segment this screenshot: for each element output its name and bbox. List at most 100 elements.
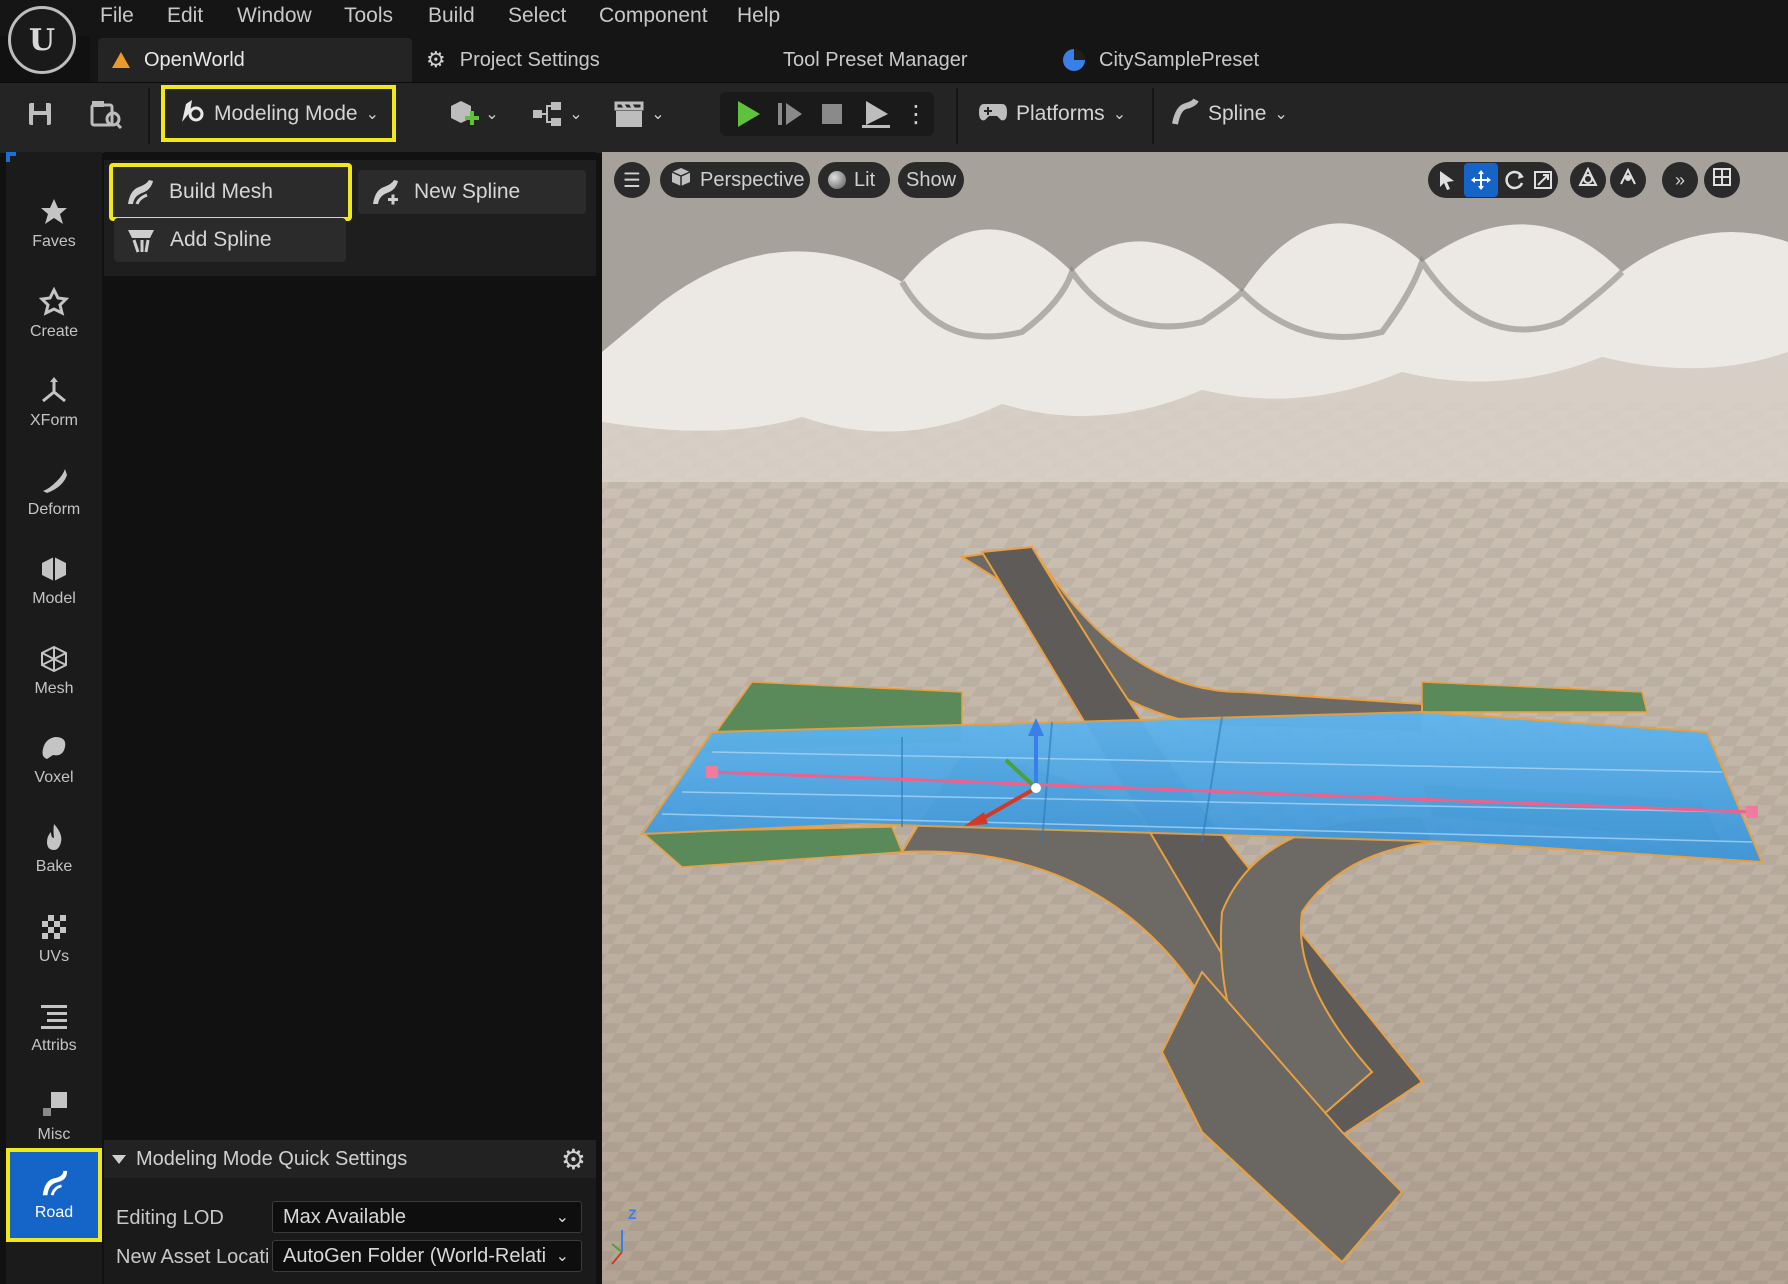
- translate-icon[interactable]: [1464, 163, 1498, 197]
- panel-corner-marker: [6, 152, 16, 162]
- menu-edit[interactable]: Edit: [167, 4, 203, 28]
- browse-content-icon[interactable]: [86, 96, 126, 132]
- new-spline-button[interactable]: New Spline: [358, 170, 586, 214]
- viewport-layout-button[interactable]: [1704, 162, 1740, 198]
- perspective-button[interactable]: Perspective: [660, 162, 810, 198]
- category-attribs[interactable]: Attribs: [6, 986, 102, 1070]
- world-coordinate-icon: [1577, 166, 1599, 194]
- category-model[interactable]: Model: [6, 539, 102, 623]
- toolbar-separator: [148, 88, 150, 144]
- category-faves[interactable]: Faves: [6, 182, 102, 266]
- mesh-icon: [39, 644, 69, 674]
- more-options-button[interactable]: »: [1662, 162, 1698, 198]
- attribs-icon: [39, 1001, 69, 1031]
- viewport-scene: [602, 152, 1788, 1284]
- tab-project-settings[interactable]: ⚙ Project Settings: [426, 38, 600, 82]
- viewport-menu-button[interactable]: ☰: [614, 162, 650, 198]
- chevron-down-icon: ⌄: [1274, 106, 1288, 123]
- add-actor-button[interactable]: ⌄: [440, 96, 506, 132]
- platforms-dropdown[interactable]: Platforms ⌄: [978, 96, 1126, 132]
- menu-select[interactable]: Select: [508, 4, 566, 28]
- select-arrow-icon[interactable]: [1430, 163, 1464, 197]
- category-label: Bake: [35, 858, 73, 875]
- road-mesh-icon: [125, 177, 155, 207]
- category-create[interactable]: Create: [6, 272, 102, 356]
- chevron-down-icon: ⌄: [555, 1248, 569, 1265]
- quick-settings-header[interactable]: Modeling Mode Quick Settings ⚙: [104, 1140, 596, 1178]
- level-viewport[interactable]: Z ☰ Perspective Lit Show »: [602, 152, 1788, 1284]
- gear-icon[interactable]: ⚙: [561, 1143, 586, 1176]
- chevron-down-icon: ⌄: [651, 106, 665, 123]
- category-label: Attribs: [31, 1037, 77, 1054]
- chevron-down-icon: ⌄: [485, 106, 499, 123]
- scale-icon[interactable]: [1526, 163, 1560, 197]
- new-asset-location-value: AutoGen Folder (World-Relati: [283, 1244, 545, 1267]
- chevron-down-icon: ⌄: [569, 106, 583, 123]
- voxel-icon: [39, 733, 69, 763]
- tab-label: Project Settings: [459, 48, 600, 71]
- category-label: Faves: [32, 233, 76, 250]
- eject-icon[interactable]: [856, 96, 896, 132]
- new-asset-location-select[interactable]: AutoGen Folder (World-Relati ⌄: [272, 1240, 582, 1272]
- tab-label: OpenWorld: [144, 48, 245, 71]
- category-deform[interactable]: Deform: [6, 450, 102, 534]
- tab-tool-preset-manager[interactable]: Tool Preset Manager: [783, 38, 968, 82]
- category-bake[interactable]: Bake: [6, 807, 102, 891]
- category-road[interactable]: Road: [6, 1148, 102, 1242]
- spline-label: Spline: [1208, 102, 1267, 125]
- category-uvs[interactable]: UVs: [6, 897, 102, 981]
- build-mesh-button[interactable]: Build Mesh: [109, 163, 352, 221]
- tab-openworld[interactable]: OpenWorld: [98, 38, 412, 82]
- menu-tools[interactable]: Tools: [344, 4, 393, 28]
- cinematics-button[interactable]: ⌄: [606, 96, 672, 132]
- lit-button[interactable]: Lit: [818, 162, 890, 198]
- mode-label: Modeling Mode: [214, 101, 358, 125]
- menu-build[interactable]: Build: [428, 4, 475, 28]
- menu-help[interactable]: Help: [737, 4, 780, 28]
- category-xform[interactable]: XForm: [6, 361, 102, 445]
- show-button[interactable]: Show: [898, 162, 964, 198]
- chevron-down-icon: ⌄: [555, 1209, 569, 1226]
- surface-snapping-button[interactable]: [1610, 162, 1646, 198]
- category-misc[interactable]: Misc: [6, 1075, 102, 1159]
- add-spline-button[interactable]: Add Spline: [114, 218, 346, 262]
- step-forward-icon[interactable]: [772, 96, 808, 132]
- spline-road-icon: [1172, 97, 1200, 131]
- spline-dropdown[interactable]: Spline ⌄: [1172, 96, 1288, 132]
- show-label: Show: [905, 168, 957, 191]
- surface-snap-icon: [1617, 166, 1639, 194]
- menu-window[interactable]: Window: [237, 4, 312, 28]
- mode-selector-dropdown[interactable]: Modeling Mode ⌄: [161, 85, 396, 142]
- toolbar-separator: [956, 88, 958, 144]
- unreal-logo-icon[interactable]: U: [8, 6, 76, 74]
- tab-label: Tool Preset Manager: [783, 48, 968, 71]
- coordinate-system-button[interactable]: [1570, 162, 1606, 198]
- double-chevron-right-icon: »: [1674, 169, 1685, 190]
- tab-city-sample-preset[interactable]: CitySamplePreset: [1063, 38, 1259, 82]
- play-options-icon[interactable]: ⋮: [904, 96, 928, 132]
- gamepad-icon: [978, 100, 1008, 129]
- chevron-down-icon: ⌄: [1112, 106, 1127, 123]
- toolbar-separator: [1152, 88, 1154, 144]
- category-label: Deform: [27, 501, 81, 518]
- save-icon[interactable]: [22, 96, 58, 132]
- stop-icon[interactable]: [814, 96, 850, 132]
- perspective-cube-icon: [670, 166, 692, 194]
- category-mesh[interactable]: Mesh: [6, 629, 102, 713]
- menu-file[interactable]: File: [100, 4, 134, 28]
- tool-label: Add Spline: [170, 228, 272, 251]
- play-icon[interactable]: [730, 96, 766, 132]
- category-voxel[interactable]: Voxel: [6, 718, 102, 802]
- blueprint-button[interactable]: ⌄: [524, 96, 590, 132]
- modeling-mode-icon: [178, 98, 204, 129]
- lit-label: Lit: [854, 168, 876, 191]
- bake-icon: [39, 822, 69, 852]
- menu-component[interactable]: Component: [599, 4, 708, 28]
- editing-lod-select[interactable]: Max Available ⌄: [272, 1201, 582, 1233]
- category-label: Create: [29, 323, 79, 340]
- category-label: Misc: [37, 1126, 71, 1143]
- editing-lod-label: Editing LOD: [116, 1207, 224, 1229]
- create-icon: [39, 287, 69, 317]
- category-label: Voxel: [34, 769, 74, 786]
- editing-lod-value: Max Available: [283, 1205, 407, 1228]
